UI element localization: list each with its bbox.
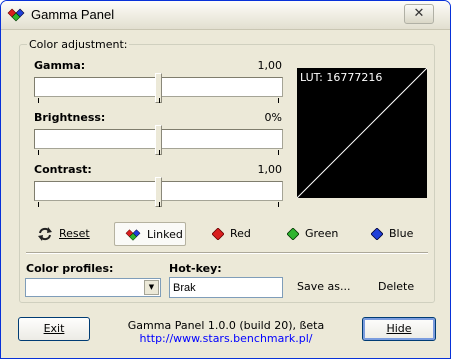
lut-label: LUT: 16777216 [300,71,383,84]
reset-label: Reset [59,227,90,240]
exit-label: Exit [43,322,65,335]
gamma-value: 1,00 [257,59,283,72]
contrast-slider[interactable] [34,177,283,207]
rgb-diamonds-icon [125,229,141,241]
green-label: Green [305,227,339,240]
green-channel-button[interactable]: Green [287,222,352,246]
hotkey-label: Hot-key: [169,262,222,275]
lut-curve [297,68,427,198]
gamma-tick-mid [159,98,160,103]
brightness-tick-min [38,150,39,155]
gamma-panel-window: Gamma Panel ✕ Color adjustment: Gamma: 1… [0,0,451,359]
contrast-label: Contrast: [34,163,92,176]
lut-preview: LUT: 16777216 [297,68,427,198]
gamma-tick-min [38,98,39,103]
group-legend: Color adjustment: [27,38,130,51]
homepage-link[interactable]: http://www.stars.benchmark.pl/ [121,332,331,345]
delete-button[interactable]: Delete [378,280,414,293]
window-title: Gamma Panel [31,7,115,22]
exit-button[interactable]: Exit [18,317,90,341]
hotkey-input[interactable] [169,277,283,298]
red-channel-button[interactable]: Red [212,222,267,246]
contrast-value: 1,00 [257,163,283,176]
refresh-icon [38,227,52,241]
red-label: Red [230,227,251,240]
brightness-tick-max [278,150,279,155]
linked-label: Linked [147,228,183,241]
brightness-slider[interactable] [34,125,283,155]
version-text: Gamma Panel 1.0.0 (build 20), ßeta [127,319,325,332]
save-as-button[interactable]: Save as... [297,280,350,293]
color-profiles-label: Color profiles: [26,262,114,275]
blue-channel-button[interactable]: Blue [371,222,426,246]
group-divider [26,252,428,254]
linked-toggle[interactable]: Linked [114,222,186,246]
hide-button[interactable]: Hide [362,317,436,341]
blue-label: Blue [389,227,414,240]
close-button[interactable]: ✕ [404,4,434,24]
hide-label: Hide [386,322,412,335]
contrast-tick-max [278,202,279,207]
gamma-tick-max [278,98,279,103]
brightness-tick-mid [159,150,160,155]
red-diamond-icon [212,228,224,240]
app-diamond-icon [7,8,25,22]
contrast-tick-mid [159,202,160,207]
title-bar[interactable]: Gamma Panel ✕ [1,1,450,30]
color-profiles-select[interactable]: ▼ [25,278,161,297]
green-diamond-icon [287,228,299,240]
brightness-value: 0% [264,111,282,124]
gamma-slider[interactable] [34,73,283,103]
reset-button[interactable]: Reset [37,222,97,246]
blue-diamond-icon [371,228,383,240]
chevron-down-icon[interactable]: ▼ [144,280,159,295]
gamma-label: Gamma: [34,59,86,72]
brightness-label: Brightness: [34,111,106,124]
contrast-tick-min [38,202,39,207]
